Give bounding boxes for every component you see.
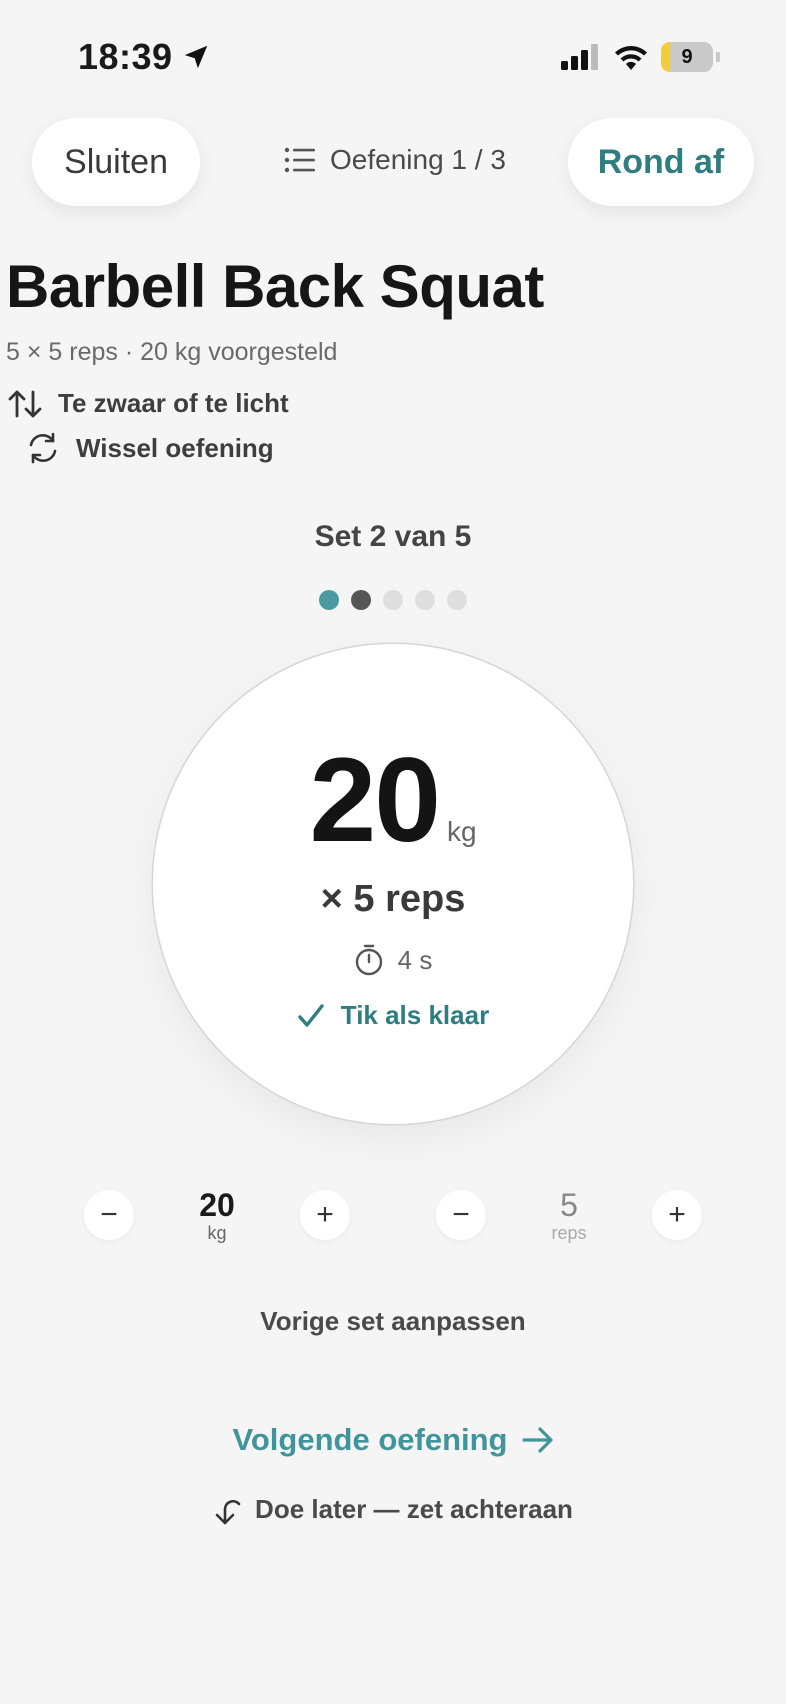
set-dot-2-current bbox=[351, 590, 371, 610]
exercise-counter-label: Oefening 1 / 3 bbox=[330, 144, 506, 175]
status-bar-indicators: 9 bbox=[561, 42, 720, 72]
do-later-label: Doe later — zet achteraan bbox=[255, 1494, 573, 1524]
do-later-button[interactable]: Doe later — zet achteraan bbox=[0, 1494, 786, 1525]
too-heavy-button[interactable]: Te zwaar of te licht bbox=[8, 388, 289, 419]
exercise-list-button[interactable]: Oefening 1 / 3 bbox=[284, 144, 506, 176]
weight-stepper-number: 20 bbox=[199, 1187, 235, 1223]
clock-text: 18:39 bbox=[78, 36, 173, 77]
set-progress-dots bbox=[0, 590, 786, 610]
set-weight-value: 20 bbox=[309, 733, 440, 867]
wifi-icon bbox=[615, 46, 647, 70]
undo-arrow-icon bbox=[215, 1499, 241, 1524]
reps-increase-button[interactable]: + bbox=[652, 1190, 702, 1240]
stopwatch-icon bbox=[355, 944, 382, 976]
next-exercise-button[interactable]: Volgende oefening bbox=[0, 1422, 786, 1458]
checkmark-icon bbox=[298, 1003, 324, 1027]
weight-stepper-value: 20 kg bbox=[172, 1187, 262, 1244]
reps-stepper-value: 5 reps bbox=[524, 1187, 614, 1244]
plus-icon: + bbox=[316, 1198, 334, 1231]
close-button[interactable]: Sluiten bbox=[32, 118, 200, 206]
location-arrow-icon bbox=[184, 45, 207, 69]
minus-icon: − bbox=[452, 1198, 470, 1231]
minus-icon: − bbox=[100, 1198, 118, 1231]
close-button-label: Sluiten bbox=[64, 142, 168, 181]
weight-decrease-button[interactable]: − bbox=[84, 1190, 134, 1240]
cellular-signal-icon bbox=[561, 44, 598, 70]
exercise-title: Barbell Back Squat bbox=[6, 253, 544, 320]
finish-workout-button[interactable]: Rond af bbox=[568, 118, 754, 206]
arrow-right-icon bbox=[521, 1427, 553, 1453]
battery-indicator: 9 bbox=[661, 42, 713, 72]
weight-increase-button[interactable]: + bbox=[300, 1190, 350, 1240]
set-dot-4 bbox=[415, 590, 435, 610]
too-heavy-label: Te zwaar of te licht bbox=[58, 388, 289, 418]
reps-decrease-button[interactable]: − bbox=[436, 1190, 486, 1240]
rest-timer: 4 s bbox=[153, 944, 633, 976]
battery-level: 9 bbox=[681, 45, 693, 68]
tap-when-done-hint: Tik als klaar bbox=[153, 1000, 633, 1031]
finish-button-label: Rond af bbox=[597, 142, 725, 181]
reps-stepper-unit: reps bbox=[551, 1223, 587, 1244]
set-dot-1-completed bbox=[319, 590, 339, 610]
set-dot-3 bbox=[383, 590, 403, 610]
swap-exercise-label: Wissel oefening bbox=[76, 432, 274, 463]
timer-value: 4 s bbox=[397, 944, 433, 975]
set-progress-label: Set 2 van 5 bbox=[314, 520, 472, 553]
status-bar-time: 18:39 bbox=[78, 36, 211, 78]
reps-stepper-number: 5 bbox=[560, 1187, 578, 1223]
exercise-subtitle: 5 × 5 reps · 20 kg voorgesteld bbox=[6, 338, 338, 366]
set-weight-unit: kg bbox=[446, 816, 477, 847]
weight-stepper-unit: kg bbox=[207, 1223, 227, 1244]
done-label: Tik als klaar bbox=[340, 1000, 490, 1030]
set-reps-display: × 5 reps bbox=[320, 878, 466, 920]
next-exercise-label: Volgende oefening bbox=[232, 1422, 508, 1457]
swap-vertical-arrows-icon bbox=[8, 390, 42, 417]
set-weight-display: 20 kg bbox=[153, 740, 633, 860]
list-icon bbox=[284, 147, 315, 173]
plus-icon: + bbox=[668, 1198, 686, 1231]
battery-tip bbox=[716, 52, 720, 62]
set-dot-5 bbox=[447, 590, 467, 610]
adjust-previous-set-button[interactable]: Vorige set aanpassen bbox=[0, 1306, 786, 1337]
refresh-icon bbox=[29, 432, 57, 464]
swap-exercise-button[interactable]: Wissel oefening bbox=[26, 432, 274, 464]
